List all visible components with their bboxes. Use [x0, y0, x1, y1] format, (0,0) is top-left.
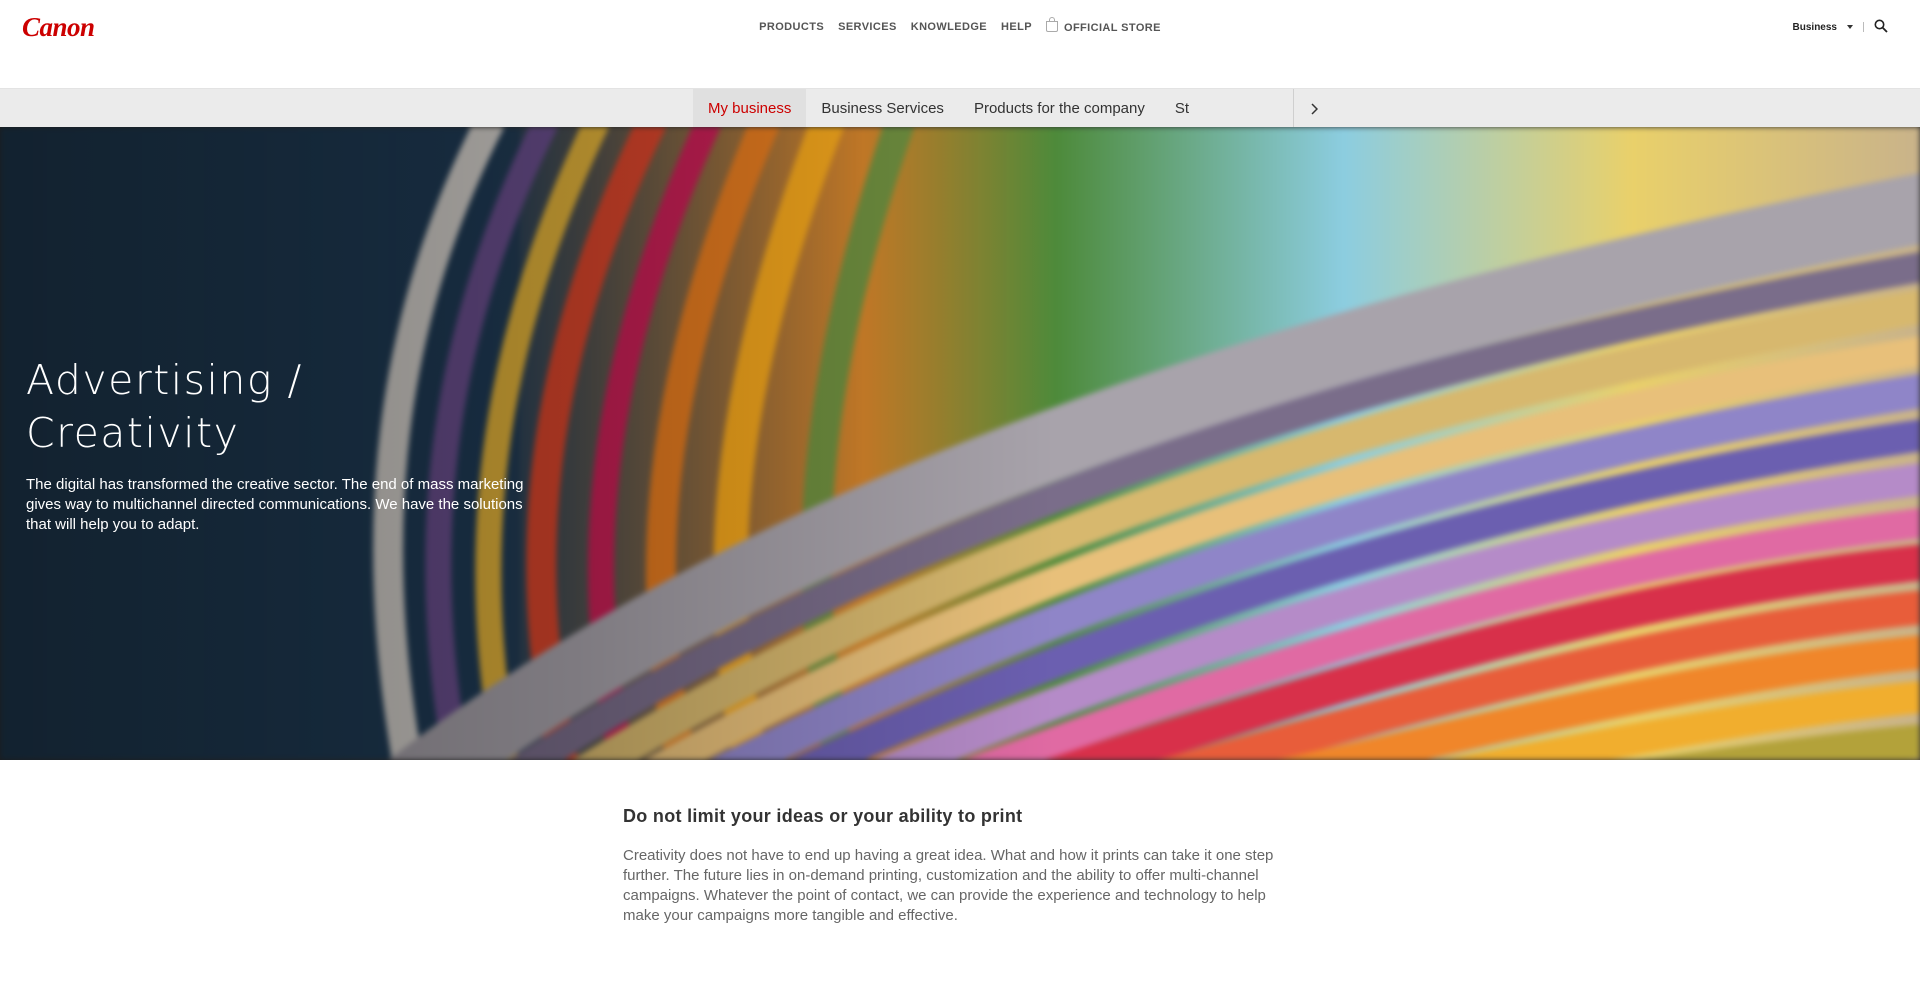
- secondary-nav: My business Business Services Products f…: [0, 88, 1920, 128]
- nav-help[interactable]: HELP: [1001, 21, 1032, 33]
- tab-st[interactable]: St: [1160, 89, 1204, 128]
- tab-my-business[interactable]: My business: [693, 89, 807, 128]
- site-header: Canon PRODUCTS SERVICES KNOWLEDGE HELP O…: [0, 0, 1920, 88]
- header-tools: Business: [1793, 19, 1890, 35]
- nav-products[interactable]: PRODUCTS: [759, 21, 824, 33]
- chevron-right-icon: [1311, 102, 1318, 115]
- hero-title-line1: Advertising /: [26, 356, 303, 404]
- content-body: Creativity does not have to end up havin…: [623, 847, 1274, 924]
- content-section: Do not limit your ideas or your ability …: [623, 806, 1303, 926]
- nav-knowledge[interactable]: KNOWLEDGE: [911, 21, 987, 33]
- nav-official-store-label: OFFICIAL STORE: [1063, 22, 1161, 34]
- business-select-label: Business: [1792, 21, 1837, 33]
- nav-official-store[interactable]: OFFICIAL STORE: [1045, 17, 1161, 34]
- hero-banner: Advertising / Creativity The digital has …: [0, 127, 1920, 760]
- business-select[interactable]: Business: [1793, 22, 1853, 33]
- search-icon: [1874, 19, 1888, 33]
- content-heading: Do not limit your ideas or your ability …: [623, 806, 1023, 826]
- caret-down-icon: [1847, 25, 1853, 29]
- hero-title: Advertising / Creativity: [26, 354, 446, 460]
- nav-services[interactable]: SERVICES: [838, 21, 897, 33]
- divider: [1863, 22, 1864, 32]
- subnav-next-button[interactable]: [1293, 89, 1334, 128]
- tab-products-for-company[interactable]: Products for the company: [959, 89, 1160, 128]
- secondary-nav-tabs: My business Business Services Products f…: [693, 89, 1293, 128]
- main-nav: PRODUCTS SERVICES KNOWLEDGE HELP OFFICIA…: [0, 17, 1920, 34]
- hero-title-line2: Creativity: [26, 409, 240, 457]
- shopping-bag-icon: [1045, 17, 1058, 32]
- search-button[interactable]: [1874, 19, 1890, 35]
- tab-business-services[interactable]: Business Services: [806, 89, 959, 128]
- hero-description: The digital has transformed the creative…: [26, 476, 524, 533]
